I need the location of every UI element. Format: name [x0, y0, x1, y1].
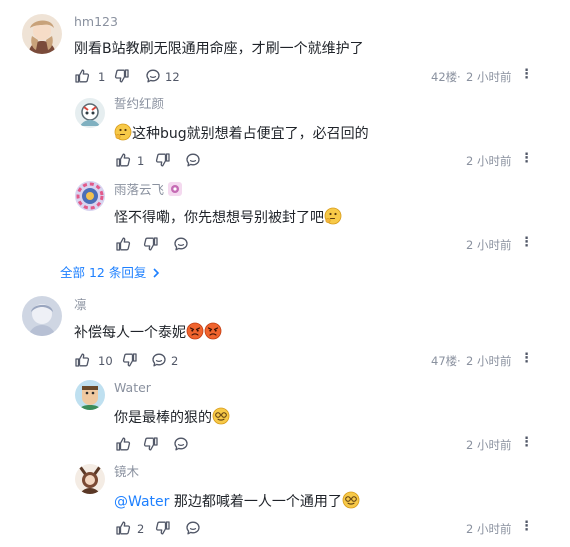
more-icon[interactable]: ⋮	[520, 520, 533, 534]
reply-username[interactable]: 誓约红颜	[114, 96, 164, 112]
avatar[interactable]	[75, 380, 105, 410]
avatar[interactable]	[75, 464, 105, 494]
like-icon[interactable]	[115, 520, 131, 536]
more-icon[interactable]: ⋮	[520, 352, 533, 366]
separator: ·	[457, 70, 461, 84]
comment-icon[interactable]	[173, 436, 189, 452]
mention-link[interactable]: @Water	[114, 494, 169, 510]
timestamp: 2 小时前	[466, 354, 512, 368]
reply-count: 2	[171, 354, 179, 368]
reply-text: @Water 那边都喊着一人一个通用了	[114, 491, 360, 512]
comment-username[interactable]: 凛	[74, 297, 87, 313]
avatar[interactable]	[75, 98, 105, 128]
timestamp: 2 小时前	[466, 238, 512, 252]
comment-icon[interactable]	[173, 236, 189, 252]
comment-icon[interactable]	[145, 68, 161, 84]
comment-icon[interactable]	[185, 152, 201, 168]
dislike-icon[interactable]	[155, 152, 171, 168]
floor-number: 42楼	[431, 70, 458, 84]
avatar[interactable]	[22, 14, 62, 54]
angry-emoji-icon	[186, 322, 204, 340]
avatar[interactable]	[75, 181, 105, 211]
dislike-icon[interactable]	[143, 236, 159, 252]
like-icon[interactable]	[74, 68, 90, 84]
dislike-icon[interactable]	[143, 436, 159, 452]
reply-username[interactable]: Water	[114, 380, 151, 396]
reply-text: 怪不得嘞，你先想想号别被封了吧	[114, 207, 342, 228]
reply-username[interactable]: 镜木	[114, 464, 139, 480]
angry-emoji-icon	[204, 322, 222, 340]
dislike-icon[interactable]	[155, 520, 171, 536]
thinking-emoji-icon	[324, 207, 342, 225]
timestamp: 2 小时前	[466, 154, 512, 168]
glasses-emoji-icon	[342, 491, 360, 509]
timestamp: 2 小时前	[466, 522, 512, 536]
like-icon[interactable]	[115, 236, 131, 252]
badge-icon	[168, 182, 183, 196]
timestamp: 2 小时前	[466, 438, 512, 452]
like-icon[interactable]	[115, 436, 131, 452]
timestamp: 2 小时前	[466, 70, 512, 84]
dislike-icon[interactable]	[122, 352, 138, 368]
like-count: 2	[137, 522, 145, 536]
avatar[interactable]	[22, 296, 62, 336]
like-count: 10	[98, 354, 113, 368]
like-icon[interactable]	[74, 352, 90, 368]
floor-number: 47楼	[431, 354, 458, 368]
like-count: 1	[98, 70, 106, 84]
like-count: 1	[137, 154, 145, 168]
comment-icon[interactable]	[185, 520, 201, 536]
thinking-emoji-icon	[114, 123, 132, 141]
comment-text: 补偿每人一个泰妮	[74, 322, 222, 343]
separator: ·	[457, 354, 461, 368]
comment-text: 刚看B站教刷无限通用命座，才刷一个就维护了	[74, 41, 364, 57]
more-icon[interactable]: ⋮	[520, 152, 533, 166]
more-icon[interactable]: ⋮	[520, 436, 533, 450]
view-all-replies-link[interactable]: 全部 12 条回复	[60, 265, 161, 281]
more-icon[interactable]: ⋮	[520, 236, 533, 250]
more-icon[interactable]: ⋮	[520, 68, 533, 82]
reply-text: 你是最棒的狠的	[114, 407, 230, 428]
reply-text: 这种bug就别想着占便宜了，必召回的	[114, 123, 369, 144]
like-icon[interactable]	[115, 152, 131, 168]
reply-username[interactable]: 雨落云飞	[114, 181, 183, 198]
reply-count: 12	[165, 70, 180, 84]
chevron-right-icon	[153, 268, 160, 278]
comment-icon[interactable]	[151, 352, 167, 368]
dislike-icon[interactable]	[114, 68, 130, 84]
comment-username[interactable]: hm123	[74, 14, 118, 30]
glasses-emoji-icon	[212, 407, 230, 425]
